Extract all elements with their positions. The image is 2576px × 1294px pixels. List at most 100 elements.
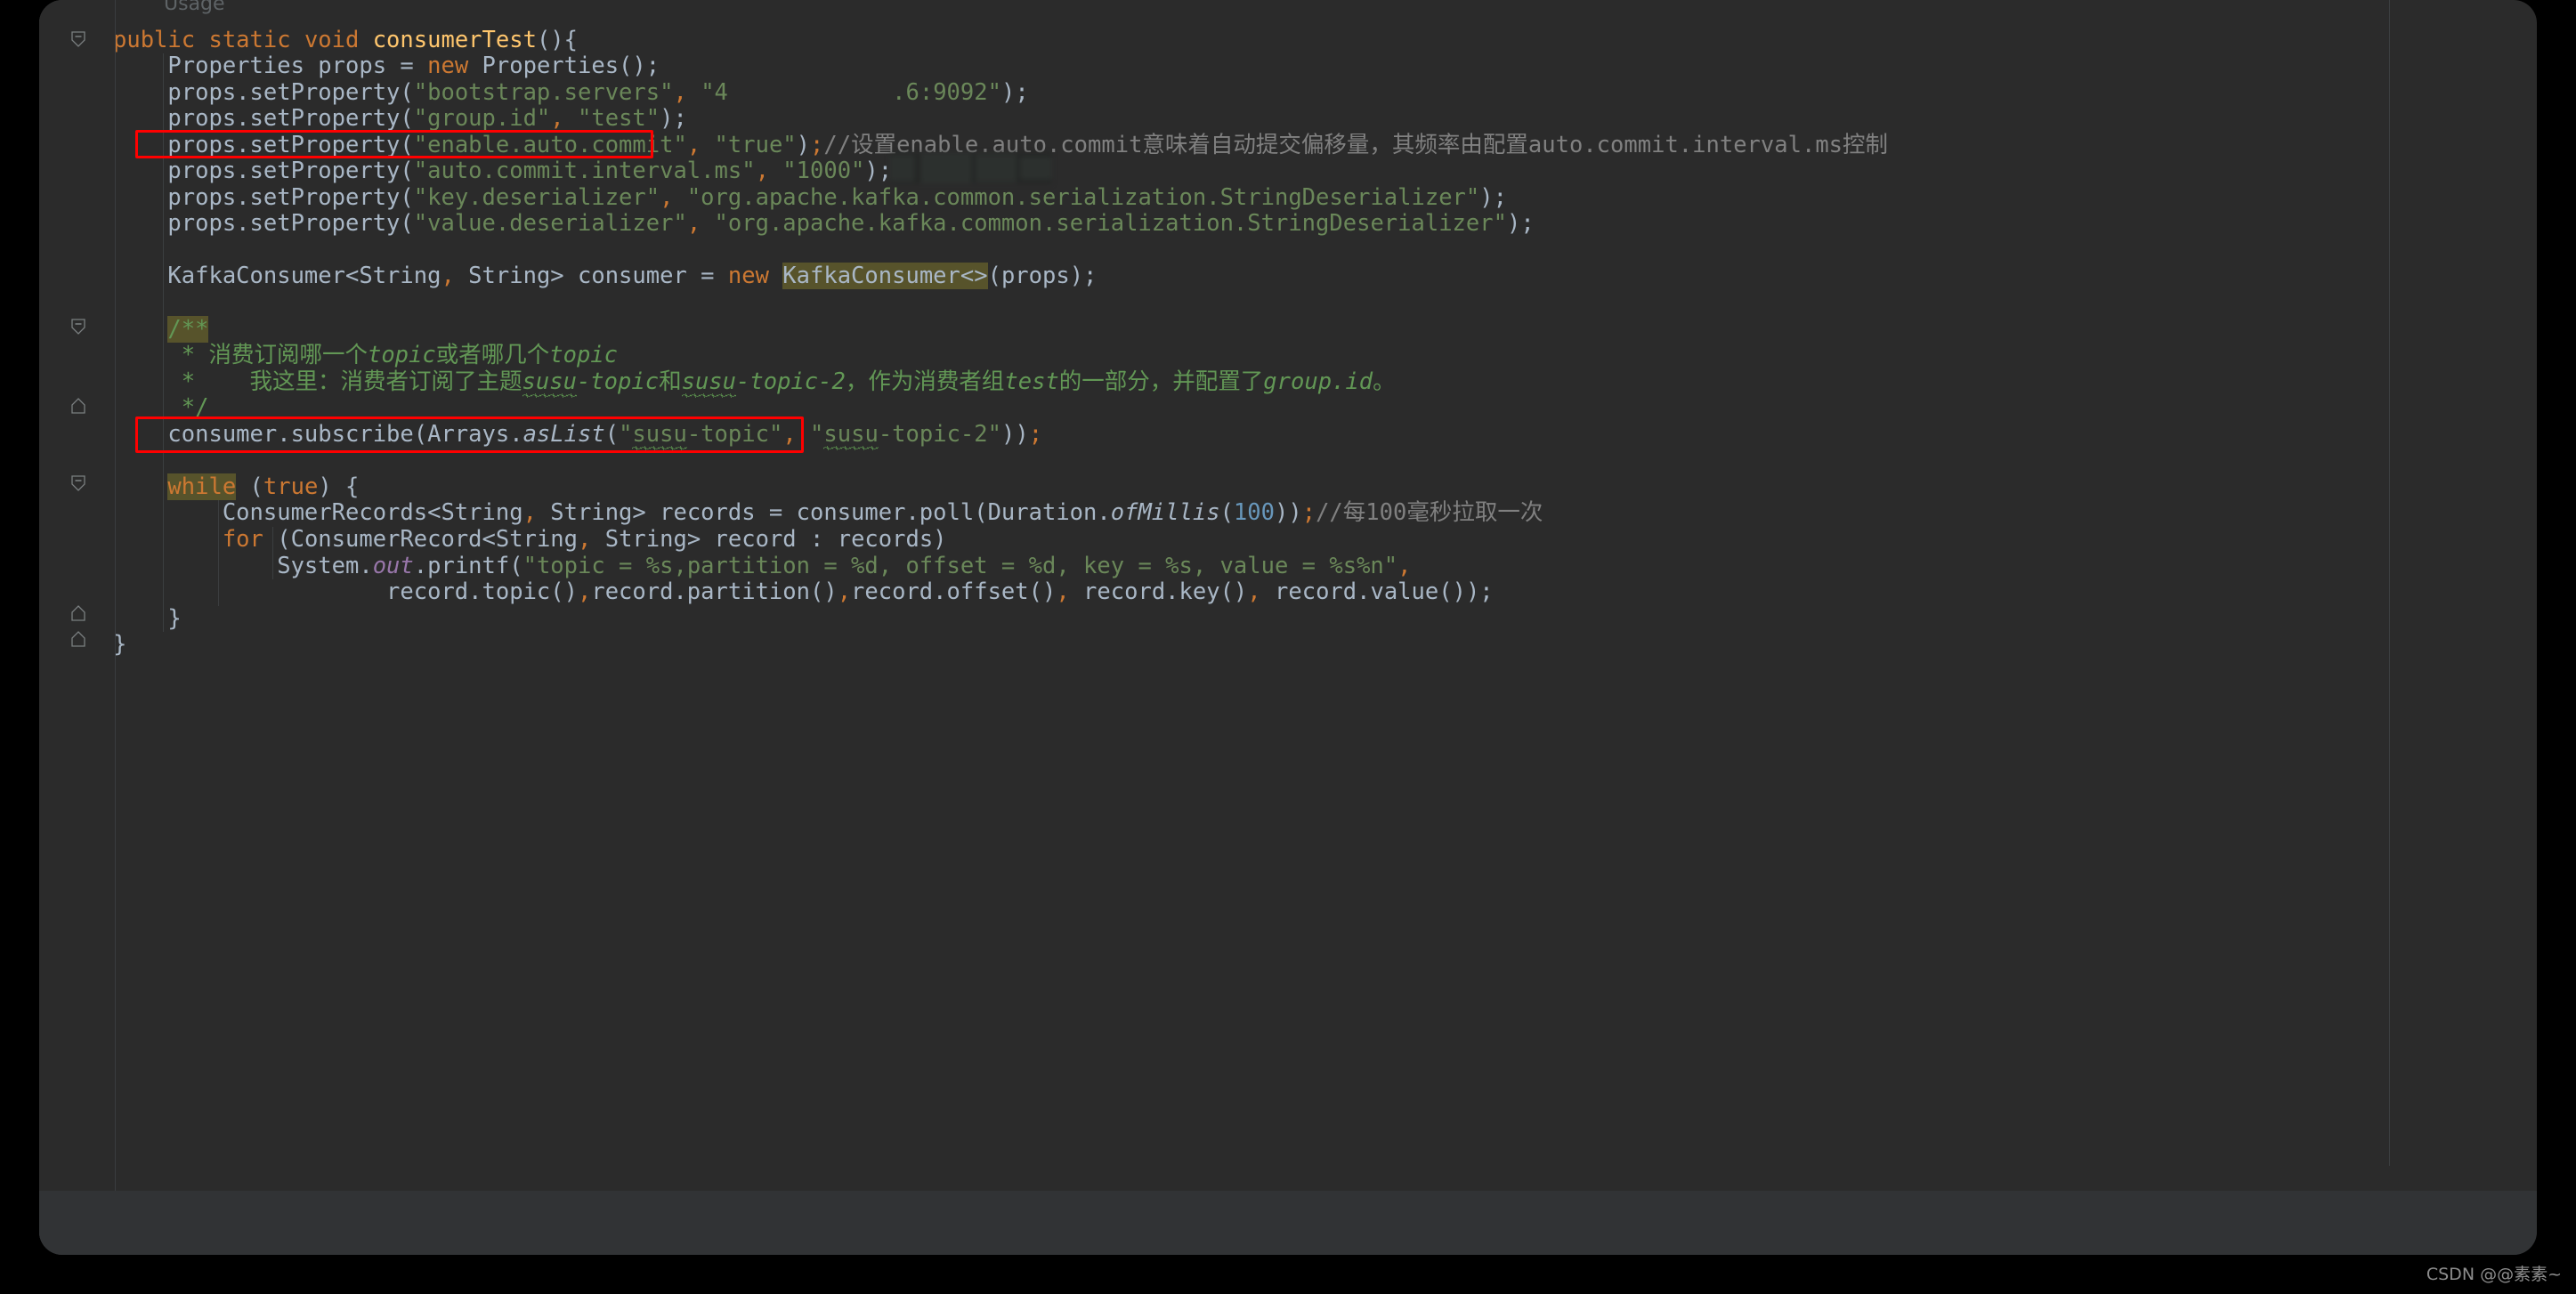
code-editor-panel[interactable]: Usage public static void consumerTest(){…	[39, 0, 2537, 1255]
code-token: ))	[1000, 420, 1029, 448]
code-line: /**	[116, 315, 209, 344]
redacted-ip-address	[890, 153, 1052, 183]
code-token: ))	[1274, 499, 1302, 527]
code-token: -topic	[576, 368, 660, 395]
code-token: "org.apache.kafka.common.serialization.S…	[714, 210, 1507, 238]
code-token: asList	[522, 420, 605, 448]
code-token: ,	[660, 183, 674, 211]
code-line: props.setProperty("auto.commit.interval.…	[116, 158, 892, 185]
code-token: ,	[1397, 552, 1412, 579]
code-token: ;	[810, 131, 824, 158]
code-token: static	[208, 26, 304, 53]
code-token: KafkaConsumer<>	[782, 263, 988, 290]
code-token: "4	[701, 78, 728, 106]
code-line: System.out.printf("topic = %s,partition …	[116, 552, 1412, 580]
code-token: "auto.commit.interval.ms"	[413, 158, 756, 185]
fold-marker-while[interactable]	[69, 473, 88, 493]
code-token: public	[116, 26, 209, 53]
code-token: );	[864, 158, 893, 185]
code-token: void	[304, 26, 373, 53]
code-token: ,	[578, 525, 592, 553]
code-token: 和	[659, 368, 682, 395]
code-token: ,	[837, 578, 852, 606]
code-line: record.topic(),record.partition(),record…	[116, 578, 1494, 606]
code-token: ofMillis	[1110, 499, 1220, 527]
code-token: props.setProperty(	[116, 131, 414, 158]
code-token: */	[116, 394, 209, 422]
code-token: );	[1479, 183, 1507, 211]
code-token: 或者哪几个	[435, 342, 550, 369]
code-line: }	[116, 631, 126, 659]
code-line: */	[116, 394, 209, 422]
code-token: new	[727, 263, 783, 290]
code-token: ,	[673, 78, 687, 106]
code-token: "key.deserializer"	[413, 183, 660, 211]
code-token: System.	[116, 552, 373, 579]
code-token: susu	[681, 368, 737, 395]
code-token: "	[810, 420, 824, 448]
code-token: (	[604, 420, 620, 448]
code-token: -topic-2"	[878, 420, 1001, 448]
code-token: record.value());	[1260, 578, 1494, 606]
code-line: props.setProperty("value.deserializer", …	[116, 210, 1534, 238]
code-token: (ConsumerRecord<String	[277, 525, 579, 553]
code-token: "group.id"	[413, 105, 551, 133]
code-token: ,	[782, 420, 797, 448]
code-token: * 消费订阅哪一个	[116, 342, 368, 369]
code-token: 。	[1373, 368, 1396, 395]
code-token: ,	[441, 263, 455, 290]
code-token: "value.deserializer"	[413, 210, 687, 238]
code-token: record.offset()	[851, 578, 1057, 606]
code-token: ConsumerRecords<String	[116, 499, 523, 527]
code-token: ,	[1247, 578, 1261, 606]
code-token: ,	[577, 578, 592, 606]
code-token: (props);	[987, 263, 1098, 290]
code-token: Properties();	[482, 53, 660, 80]
code-line: props.setProperty("key.deserializer", "o…	[116, 183, 1507, 212]
code-token: ;	[1028, 420, 1043, 448]
code-content-area[interactable]: public static void consumerTest(){ Prope…	[116, 0, 2537, 1255]
code-token: 100	[1233, 499, 1275, 527]
code-line: props.setProperty("bootstrap.servers", "…	[116, 78, 1029, 107]
code-token: ,	[522, 499, 537, 527]
code-token: "true"	[714, 131, 797, 158]
editor-bottom-strip	[39, 1191, 2537, 1255]
code-token: //每100毫秒拉取一次	[1316, 499, 1543, 527]
code-token: ,	[686, 210, 701, 238]
code-line: props.setProperty("group.id", "test");	[116, 105, 686, 133]
redaction-smudge	[976, 154, 1017, 182]
code-token: susu	[823, 420, 879, 448]
code-line: while (true) {	[116, 473, 359, 501]
code-token: "enable.auto.commit"	[413, 131, 687, 158]
code-line: }	[116, 605, 181, 633]
code-line: * 我这里：消费者订阅了主题susu-topic和susu-topic-2，作为…	[116, 368, 1396, 396]
code-token: ，作为消费者组	[845, 368, 1005, 395]
editor-gutter[interactable]	[39, 0, 116, 1255]
code-token: );	[1000, 78, 1029, 106]
code-token: }	[116, 631, 126, 658]
code-line: consumer.subscribe(Arrays.asList("susu-t…	[116, 420, 1043, 449]
code-token: props.setProperty(	[116, 158, 414, 185]
fold-marker-region-2[interactable]	[69, 603, 88, 623]
fold-marker-javadoc[interactable]	[69, 317, 88, 336]
code-token: props.setProperty(	[116, 183, 414, 211]
code-token: "	[619, 420, 633, 448]
fold-marker-method[interactable]	[69, 29, 88, 49]
fold-marker-region-3[interactable]	[69, 629, 88, 649]
code-token: -topic"	[686, 420, 783, 448]
code-line: * 消费订阅哪一个topic或者哪几个topic	[116, 342, 618, 369]
code-token: susu	[632, 420, 687, 448]
code-line: public static void consumerTest(){	[116, 26, 578, 54]
code-token: ,	[1056, 578, 1070, 606]
code-token: "topic = %s,partition = %d, offset = %d,…	[522, 552, 1398, 579]
code-token: Properties props =	[116, 53, 428, 80]
code-line: Properties props = new Properties();	[116, 53, 660, 80]
fold-marker-region-1[interactable]	[69, 396, 88, 416]
code-token: "1000"	[782, 158, 865, 185]
